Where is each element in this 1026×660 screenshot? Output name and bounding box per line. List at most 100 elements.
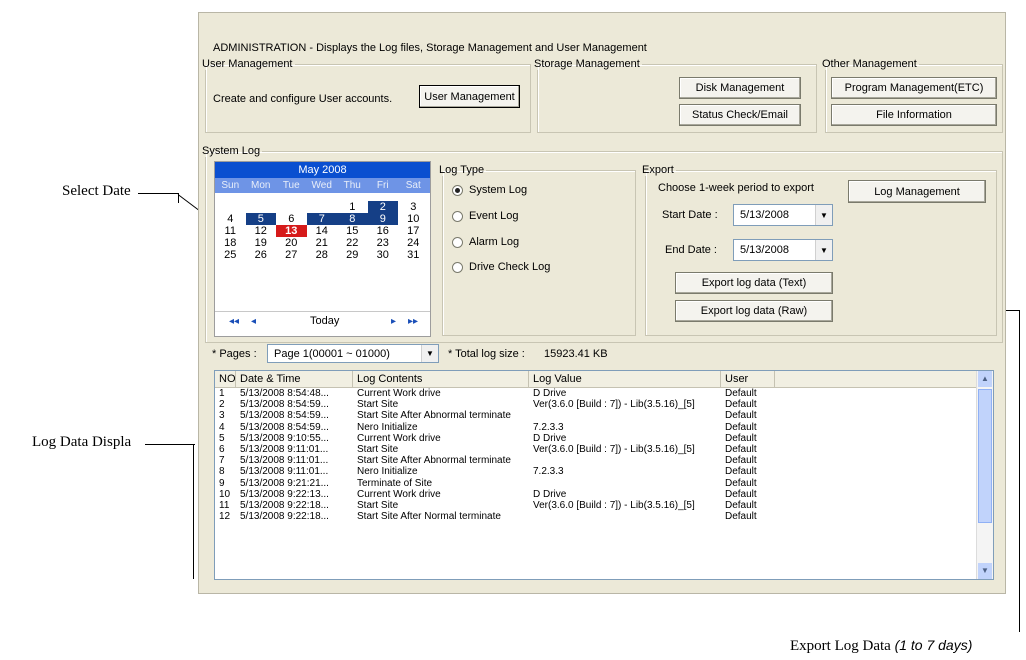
radio-system-log[interactable]: System Log	[452, 184, 527, 196]
calendar-empty-day	[307, 201, 338, 213]
cell-no: 4	[219, 421, 225, 433]
table-row[interactable]: 6 5/13/2008 9:11:01... Start Site Ver(3.6.0…	[215, 444, 993, 455]
table-row[interactable]: 3 5/13/2008 8:54:59... Start Site After Ab…	[215, 410, 993, 421]
calendar-week-row: 11 12 13 14 15 16 17	[215, 225, 430, 237]
calendar-day[interactable]: 1	[337, 201, 368, 213]
column-header-blank[interactable]	[775, 371, 979, 387]
table-row[interactable]: 7 5/13/2008 9:11:01... Start Site After Ab…	[215, 455, 993, 466]
table-row[interactable]: 1 5/13/2008 8:54:48... Current Work drive D…	[215, 388, 993, 399]
calendar-day[interactable]: 8	[337, 213, 368, 225]
dropdown-arrow-icon[interactable]: ▼	[815, 205, 832, 225]
end-date-picker[interactable]: 5/13/2008 ▼	[733, 239, 833, 261]
cell-log-contents: Start Site After Normal terminate	[357, 511, 501, 523]
column-header-log-contents[interactable]: Log Contents	[353, 371, 529, 387]
table-row[interactable]: 9 5/13/2008 9:21:21... Terminate of Site De…	[215, 478, 993, 489]
prev-year-icon[interactable]: ◂◂	[229, 316, 239, 327]
calendar-day[interactable]: 24	[398, 237, 429, 249]
calendar-day[interactable]: 26	[246, 249, 277, 261]
calendar-day[interactable]: 16	[368, 225, 399, 237]
log-table[interactable]: NO Date & Time Log Contents Log Value Us…	[214, 370, 994, 580]
prev-month-icon[interactable]: ◂	[251, 316, 256, 327]
calendar-day[interactable]: 23	[368, 237, 399, 249]
calendar-day[interactable]: 4	[215, 213, 246, 225]
system-log-legend: System Log	[202, 145, 261, 157]
cell-log-value	[529, 511, 721, 522]
status-check-email-button[interactable]: Status Check/Email	[679, 104, 801, 126]
radio-drive-check-log[interactable]: Drive Check Log	[452, 261, 550, 273]
calendar-day[interactable]: 6	[276, 213, 307, 225]
table-row[interactable]: 5 5/13/2008 9:10:55... Current Work drive D…	[215, 433, 993, 444]
cell-no: 6	[219, 443, 225, 455]
storage-management-legend: Storage Management	[534, 58, 640, 70]
column-header-no[interactable]: NO	[215, 371, 236, 387]
cell-user: Default	[725, 466, 757, 478]
calendar-day[interactable]: 11	[215, 225, 246, 237]
export-text-button[interactable]: Export log data (Text)	[675, 272, 833, 294]
calendar-day[interactable]: 12	[246, 225, 277, 237]
calendar-day[interactable]: 25	[215, 249, 246, 261]
column-header-log-value[interactable]: Log Value	[529, 371, 721, 387]
cell-log-contents: Nero Initialize	[357, 421, 418, 433]
disk-management-button[interactable]: Disk Management	[679, 77, 801, 99]
cell-user: Default	[725, 455, 757, 467]
calendar-day[interactable]: 18	[215, 237, 246, 249]
calendar-day[interactable]: 3	[398, 201, 429, 213]
scroll-thumb[interactable]	[978, 389, 992, 523]
table-row[interactable]: 4 5/13/2008 8:54:59... Nero Initialize 7.2.…	[215, 422, 993, 433]
cell-date-time: 5/13/2008 9:22:18...	[240, 499, 329, 511]
pages-selected-value: Page 1(00001 ~ 01000)	[274, 347, 390, 360]
column-header-user[interactable]: User	[721, 371, 775, 387]
calendar-day[interactable]: 19	[246, 237, 277, 249]
cell-log-value	[529, 478, 721, 489]
column-header-date-time[interactable]: Date & Time	[236, 371, 353, 387]
calendar-day[interactable]: 28	[307, 249, 338, 261]
calendar-day[interactable]: 2	[367, 201, 398, 213]
calendar-day[interactable]: 5	[245, 213, 276, 225]
next-year-icon[interactable]: ▸▸	[408, 316, 418, 327]
calendar-day[interactable]: 27	[276, 249, 307, 261]
cell-date-time: 5/13/2008 9:22:13...	[240, 488, 329, 500]
next-month-icon[interactable]: ▸	[391, 316, 396, 327]
calendar-day[interactable]: 7	[306, 213, 337, 225]
table-row[interactable]: 2 5/13/2008 8:54:59... Start Site Ver(3.6.0…	[215, 399, 993, 410]
user-management-legend: User Management	[202, 58, 293, 70]
table-row[interactable]: 10 5/13/2008 9:22:13... Current Work drive…	[215, 489, 993, 500]
start-date-picker[interactable]: 5/13/2008 ▼	[733, 204, 833, 226]
calendar-day[interactable]: 10	[398, 213, 429, 225]
calendar-day[interactable]: 9	[367, 213, 398, 225]
cell-date-time: 5/13/2008 9:21:21...	[240, 477, 329, 489]
dropdown-arrow-icon[interactable]: ▼	[421, 345, 438, 362]
today-button[interactable]: Today	[310, 315, 339, 327]
calendar-day[interactable]: 20	[276, 237, 307, 249]
vertical-scrollbar[interactable]: ▲ ▼	[976, 371, 993, 579]
scroll-down-icon[interactable]: ▼	[978, 563, 992, 579]
calendar-day[interactable]: 29	[337, 249, 368, 261]
radio-event-log[interactable]: Event Log	[452, 210, 519, 222]
file-information-button[interactable]: File Information	[831, 104, 997, 126]
export-raw-button[interactable]: Export log data (Raw)	[675, 300, 833, 322]
calendar-day[interactable]: 13	[276, 225, 307, 237]
pages-select[interactable]: Page 1(00001 ~ 01000) ▼	[267, 344, 439, 363]
calendar-day[interactable]: 17	[398, 225, 429, 237]
cell-log-contents: Start Site	[357, 499, 399, 511]
radio-alarm-log[interactable]: Alarm Log	[452, 236, 519, 248]
calendar-day[interactable]: 21	[307, 237, 338, 249]
user-management-button[interactable]: User Management	[419, 85, 520, 108]
calendar-day[interactable]: 15	[337, 225, 368, 237]
calendar-month-title: May 2008	[215, 162, 430, 178]
table-row[interactable]: 8 5/13/2008 9:11:01... Nero Initialize 7.2.…	[215, 466, 993, 477]
cell-user: Default	[725, 477, 757, 489]
radio-dot-icon	[452, 261, 463, 273]
dropdown-arrow-icon[interactable]: ▼	[815, 240, 832, 260]
scroll-up-icon[interactable]: ▲	[978, 371, 992, 387]
calendar-day[interactable]: 14	[307, 225, 338, 237]
table-row[interactable]: 11 5/13/2008 9:22:18... Start Site Ver(3.6.…	[215, 500, 993, 511]
cell-log-value: 7.2.3.3	[533, 466, 564, 478]
log-management-button[interactable]: Log Management	[848, 180, 986, 203]
calendar-day[interactable]: 31	[398, 249, 429, 261]
program-management-button[interactable]: Program Management(ETC)	[831, 77, 997, 99]
calendar-day[interactable]: 30	[368, 249, 399, 261]
calendar-day[interactable]: 22	[337, 237, 368, 249]
table-row[interactable]: 12 5/13/2008 9:22:18... Start Site After N…	[215, 511, 993, 522]
date-calendar[interactable]: May 2008 Sun Mon Tue Wed Thu Fri Sat 123…	[214, 161, 431, 337]
